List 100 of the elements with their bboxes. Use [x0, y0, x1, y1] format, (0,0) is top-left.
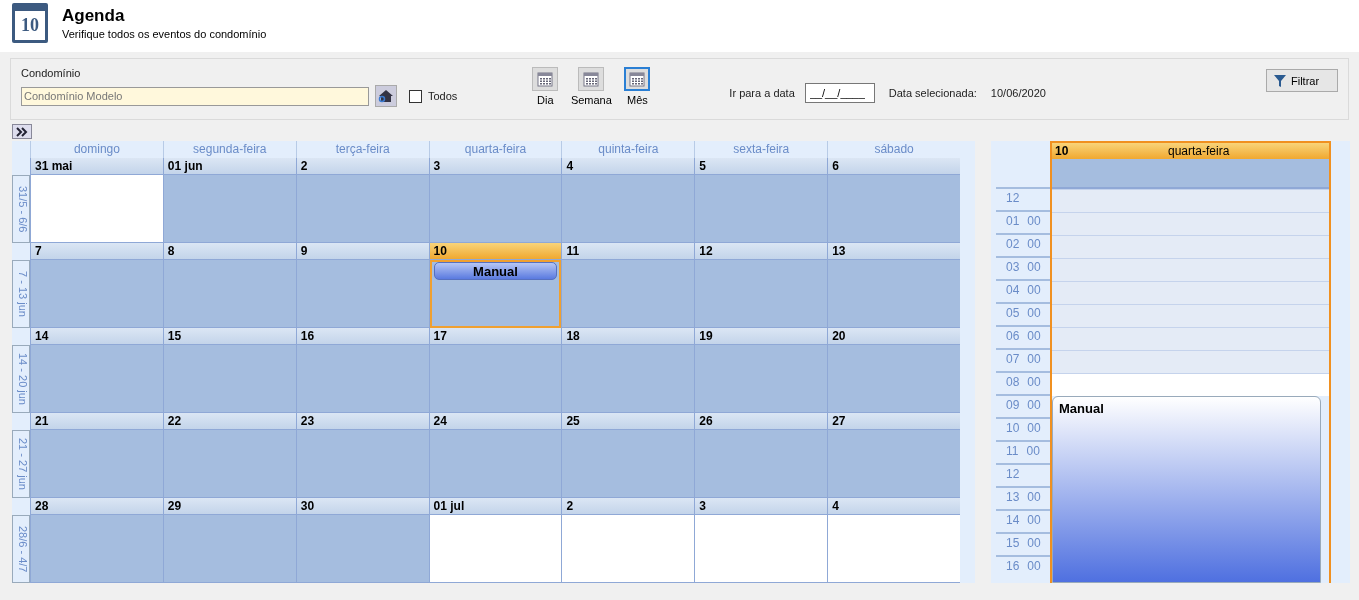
day-header[interactable]: 29: [163, 498, 296, 515]
day-cell[interactable]: [828, 175, 960, 243]
day-cell[interactable]: [31, 260, 163, 328]
day-cell[interactable]: [828, 515, 960, 583]
view-toggle[interactable]: Semana: [573, 67, 610, 106]
time-slot[interactable]: [1052, 350, 1329, 373]
time-slot[interactable]: [1052, 235, 1329, 258]
day-header[interactable]: 14: [31, 328, 163, 345]
funnel-icon: [1273, 73, 1287, 88]
event-block[interactable]: Manual: [1052, 396, 1321, 583]
day-header[interactable]: 3: [429, 158, 562, 175]
day-header[interactable]: 2: [562, 498, 695, 515]
day-cell[interactable]: [562, 175, 695, 243]
day-cell[interactable]: [695, 345, 828, 413]
day-cell[interactable]: [828, 260, 960, 328]
day-cell[interactable]: [562, 515, 695, 583]
time-slot[interactable]: [1052, 212, 1329, 235]
day-cell[interactable]: [31, 515, 163, 583]
view-toggle[interactable]: Dia: [527, 67, 564, 106]
day-header[interactable]: 31 mai: [31, 158, 163, 175]
day-header[interactable]: 26: [695, 413, 828, 430]
day-cell[interactable]: [562, 345, 695, 413]
filter-button[interactable]: Filtrar: [1266, 69, 1338, 92]
day-cell[interactable]: [163, 515, 296, 583]
day-cell[interactable]: [429, 175, 562, 243]
time-slot[interactable]: [1052, 281, 1329, 304]
time-label: 14 00: [996, 509, 1050, 532]
expand-button[interactable]: [12, 124, 32, 139]
day-header[interactable]: 6: [828, 158, 960, 175]
all-checkbox[interactable]: [409, 89, 422, 103]
day-cell[interactable]: [296, 175, 429, 243]
day-cell[interactable]: [562, 260, 695, 328]
day-cell[interactable]: [296, 260, 429, 328]
day-header[interactable]: 21: [31, 413, 163, 430]
event-pill[interactable]: Manual: [433, 262, 558, 280]
selected-date-label: Data selecionada:: [888, 87, 977, 99]
day-cell[interactable]: Manual: [429, 260, 562, 328]
condo-label: Condomínio: [21, 67, 82, 79]
day-cell[interactable]: [429, 345, 562, 413]
day-header[interactable]: 19: [695, 328, 828, 345]
date-field[interactable]: __/__/____: [804, 83, 875, 103]
day-cell[interactable]: [31, 430, 163, 498]
time-slot[interactable]: [1052, 304, 1329, 327]
day-header[interactable]: 20: [828, 328, 960, 345]
day-header[interactable]: 22: [163, 413, 296, 430]
day-header[interactable]: 10: [429, 243, 562, 260]
day-header[interactable]: 4: [828, 498, 960, 515]
day-cell[interactable]: [562, 430, 695, 498]
day-header[interactable]: 9: [296, 243, 429, 260]
page-title: Agenda: [62, 6, 126, 26]
day-header[interactable]: 7: [31, 243, 163, 260]
day-header[interactable]: 01 jun: [163, 158, 296, 175]
day-header[interactable]: 25: [562, 413, 695, 430]
condo-field[interactable]: Condomínio Modelo: [21, 86, 369, 106]
day-header[interactable]: 27: [828, 413, 960, 430]
time-label: 07 00: [996, 348, 1050, 371]
day-cell[interactable]: [296, 515, 429, 583]
day-header[interactable]: 30: [296, 498, 429, 515]
week-label: 14 - 20 jun: [12, 345, 30, 413]
house-search-button[interactable]: [375, 85, 397, 107]
day-header[interactable]: 18: [562, 328, 695, 345]
time-slot[interactable]: [1052, 327, 1329, 350]
day-header[interactable]: 4: [562, 158, 695, 175]
day-cell[interactable]: [163, 260, 296, 328]
day-cell[interactable]: [163, 345, 296, 413]
day-header[interactable]: 16: [296, 328, 429, 345]
day-cell[interactable]: [429, 430, 562, 498]
day-header[interactable]: 12: [695, 243, 828, 260]
day-header[interactable]: 2: [296, 158, 429, 175]
day-cell[interactable]: [429, 515, 562, 583]
time-slot[interactable]: [1052, 258, 1329, 281]
day-header[interactable]: 01 jul: [429, 498, 562, 515]
time-label: 06 00: [996, 325, 1050, 348]
day-cell[interactable]: [31, 175, 163, 243]
view-toggle[interactable]: Mês: [619, 67, 656, 106]
time-slot[interactable]: [1052, 189, 1329, 212]
day-header[interactable]: 8: [163, 243, 296, 260]
day-header[interactable]: 11: [562, 243, 695, 260]
day-cell[interactable]: [828, 345, 960, 413]
day-cell[interactable]: [695, 515, 828, 583]
day-cell[interactable]: [695, 430, 828, 498]
day-cell[interactable]: [828, 430, 960, 498]
day-cell[interactable]: [31, 345, 163, 413]
day-header[interactable]: 23: [296, 413, 429, 430]
day-header[interactable]: 28: [31, 498, 163, 515]
week-label: 21 - 27 jun: [12, 430, 30, 498]
day-header[interactable]: 24: [429, 413, 562, 430]
day-cell[interactable]: [695, 260, 828, 328]
day-header[interactable]: 13: [828, 243, 960, 260]
day-cell[interactable]: [695, 175, 828, 243]
day-cell[interactable]: [163, 430, 296, 498]
day-cell[interactable]: [163, 175, 296, 243]
day-header[interactable]: 5: [695, 158, 828, 175]
day-header[interactable]: 17: [429, 328, 562, 345]
day-header[interactable]: 3: [695, 498, 828, 515]
day-cell[interactable]: [296, 430, 429, 498]
time-slot[interactable]: [1052, 373, 1329, 396]
day-header[interactable]: 15: [163, 328, 296, 345]
day-cell[interactable]: [296, 345, 429, 413]
week-label: 7 - 13 jun: [12, 260, 30, 328]
